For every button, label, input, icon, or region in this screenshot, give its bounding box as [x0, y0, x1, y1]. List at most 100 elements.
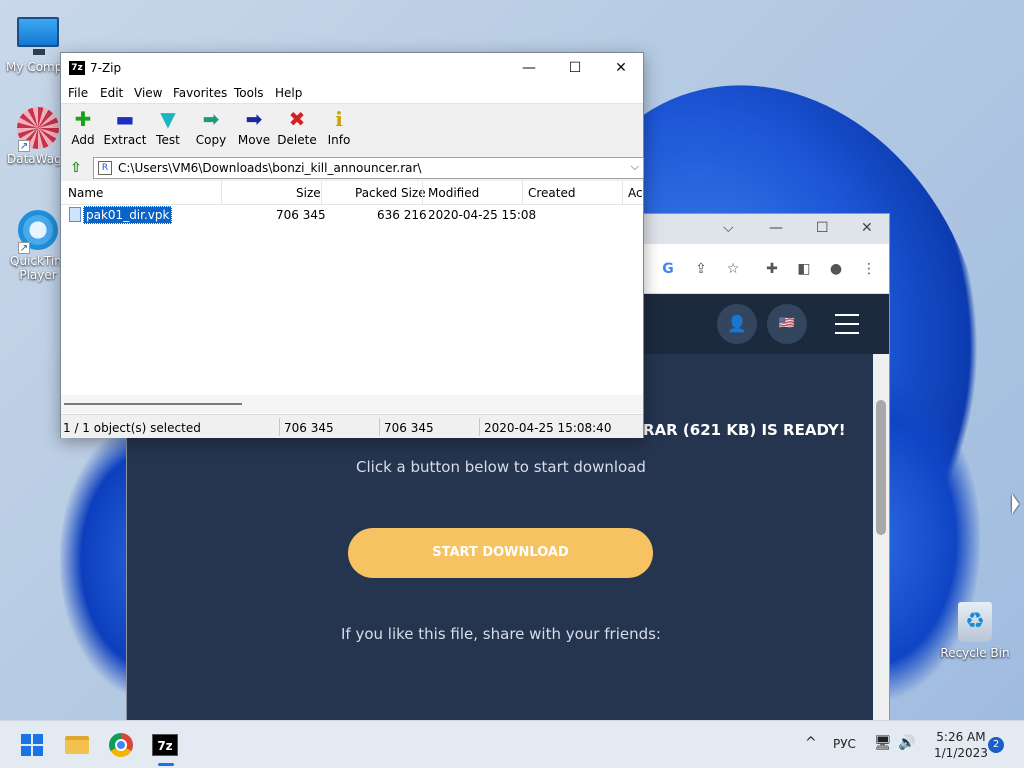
language-button[interactable]: 🇺🇸 [767, 304, 807, 344]
google-icon[interactable]: G [659, 260, 677, 278]
column-separator[interactable] [622, 181, 623, 205]
volume-icon[interactable]: 🔊 [898, 735, 915, 751]
browser-minimize-button[interactable]: — [769, 220, 783, 236]
folder-icon [65, 736, 89, 754]
extract-button[interactable]: ▬ Extract [103, 108, 147, 147]
notification-badge[interactable]: 2 [988, 737, 1004, 753]
menu-view[interactable]: View [134, 86, 162, 100]
taskbar-file-explorer[interactable] [57, 729, 97, 761]
up-folder-icon[interactable]: ⇧ [66, 159, 86, 177]
maximize-button[interactable]: ☐ [552, 53, 598, 83]
taskbar-7zip[interactable]: 7z [145, 729, 185, 761]
share-icon[interactable]: ⇪ [692, 260, 710, 278]
bookmark-star-icon[interactable]: ☆ [724, 260, 742, 278]
clock-date: 1/1/2023 [934, 746, 988, 760]
desktop-icon-label: QuickTim Player [10, 254, 66, 282]
account-button[interactable]: 👤 [717, 304, 757, 344]
delete-label: Delete [277, 133, 317, 147]
active-app-indicator [158, 763, 174, 766]
language-indicator[interactable]: РУС [833, 737, 856, 751]
rar-archive-icon: R [98, 161, 112, 175]
start-button[interactable] [12, 729, 52, 761]
move-icon: ➡ [245, 107, 263, 131]
column-header-modified[interactable]: Modified [428, 186, 479, 200]
info-button[interactable]: i Info [317, 108, 361, 147]
browser-maximize-button[interactable]: ☐ [816, 220, 829, 236]
scrollbar-thumb[interactable] [64, 403, 242, 405]
side-panel-icon[interactable]: ◧ [795, 260, 813, 278]
browser-scrollbar[interactable] [873, 354, 889, 724]
status-separator [379, 418, 380, 436]
info-label: Info [327, 133, 351, 147]
7zip-window[interactable]: 7z 7-Zip — ☐ ✕ File Edit View Favorites … [60, 52, 644, 438]
move-button[interactable]: ➡ Move [232, 108, 276, 147]
extensions-icon[interactable]: ✚ [763, 260, 781, 278]
add-icon: ✚ [74, 107, 92, 131]
share-text: If you like this file, share with your f… [341, 625, 661, 643]
column-separator[interactable] [221, 181, 222, 205]
menu-help[interactable]: Help [275, 86, 302, 100]
horizontal-scrollbar[interactable] [61, 395, 643, 413]
chevron-down-icon[interactable]: ⌵ [631, 160, 639, 174]
profile-icon[interactable]: ● [827, 260, 845, 278]
7zip-logo-icon: 7z [69, 61, 85, 75]
7zip-icon: 7z [152, 734, 178, 756]
menu-favorites[interactable]: Favorites [173, 86, 227, 100]
copy-icon: ➡ [202, 107, 220, 131]
tab-dropdown-icon[interactable]: ⌵ [723, 220, 734, 236]
column-separator[interactable] [321, 181, 322, 205]
path-text[interactable]: C:\Users\VM6\Downloads\bonzi_kill_announ… [118, 161, 421, 175]
add-label: Add [71, 133, 95, 147]
taskbar-chrome[interactable] [101, 729, 141, 761]
column-header-packed-size[interactable]: Packed Size [355, 186, 426, 200]
file-icon [69, 207, 81, 222]
info-icon: i [335, 107, 343, 131]
extract-icon: ▬ [115, 107, 135, 131]
copy-button[interactable]: ➡ Copy [189, 108, 233, 147]
table-row[interactable]: pak01_dir.vpk 706 345 636 216 2020-04-25… [61, 205, 643, 225]
us-flag-icon: 🇺🇸 [778, 316, 796, 331]
file-ready-heading: RAR (621 KB) IS READY! [643, 421, 846, 439]
download-subtitle: Click a button below to start download [356, 458, 646, 476]
start-download-button[interactable]: START DOWNLOAD [348, 528, 653, 578]
browser-menu-icon[interactable]: ⋮ [860, 260, 878, 278]
status-modified: 2020-04-25 15:08:40 [484, 421, 612, 435]
toolbar: ✚ Add ▬ Extract ▼ Test ➡ Copy ➡ Move ✖ D… [61, 103, 643, 155]
test-button[interactable]: ▼ Test [146, 108, 190, 147]
menu-tools[interactable]: Tools [234, 86, 264, 100]
file-size: 706 345 [276, 208, 326, 222]
status-selected: 1 / 1 object(s) selected [63, 421, 201, 435]
tray-chevron-up-icon[interactable]: ^ [805, 735, 817, 751]
desktop-icon-recycle-bin[interactable]: ♻ Recycle Bin [937, 600, 1013, 660]
network-icon[interactable]: 🖥 [874, 735, 892, 751]
add-button[interactable]: ✚ Add [61, 108, 105, 147]
test-icon: ▼ [160, 107, 176, 131]
column-separator[interactable] [522, 181, 523, 205]
clock[interactable]: 5:26 AM 1/1/2023 [934, 729, 988, 761]
7zip-titlebar[interactable]: 7z 7-Zip — ☐ ✕ [61, 53, 643, 83]
column-header-attributes[interactable]: Ac [628, 186, 643, 200]
copy-label: Copy [195, 133, 227, 147]
delete-button[interactable]: ✖ Delete [275, 108, 319, 147]
file-packed-size: 636 216 [377, 208, 427, 222]
shortcut-arrow-icon: ↗ [18, 140, 30, 152]
hamburger-menu-icon[interactable] [835, 314, 859, 334]
column-header-name[interactable]: Name [68, 186, 103, 200]
status-separator [279, 418, 280, 436]
minimize-button[interactable]: — [506, 53, 552, 83]
menu-file[interactable]: File [68, 86, 88, 100]
column-header-created[interactable]: Created [528, 186, 576, 200]
menu-edit[interactable]: Edit [100, 86, 123, 100]
path-field[interactable]: R C:\Users\VM6\Downloads\bonzi_kill_anno… [93, 157, 644, 179]
scrollbar-thumb[interactable] [876, 400, 886, 535]
extract-label: Extract [103, 133, 147, 147]
column-separator[interactable] [422, 181, 423, 205]
file-name[interactable]: pak01_dir.vpk [83, 206, 173, 224]
shortcut-arrow-icon: ↗ [18, 242, 30, 254]
close-button[interactable]: ✕ [598, 53, 644, 83]
test-label: Test [156, 133, 180, 147]
column-header-size[interactable]: Size [296, 186, 321, 200]
status-size: 706 345 [284, 421, 334, 435]
mouse-cursor-icon [1012, 494, 1019, 514]
browser-close-button[interactable]: ✕ [861, 220, 873, 236]
